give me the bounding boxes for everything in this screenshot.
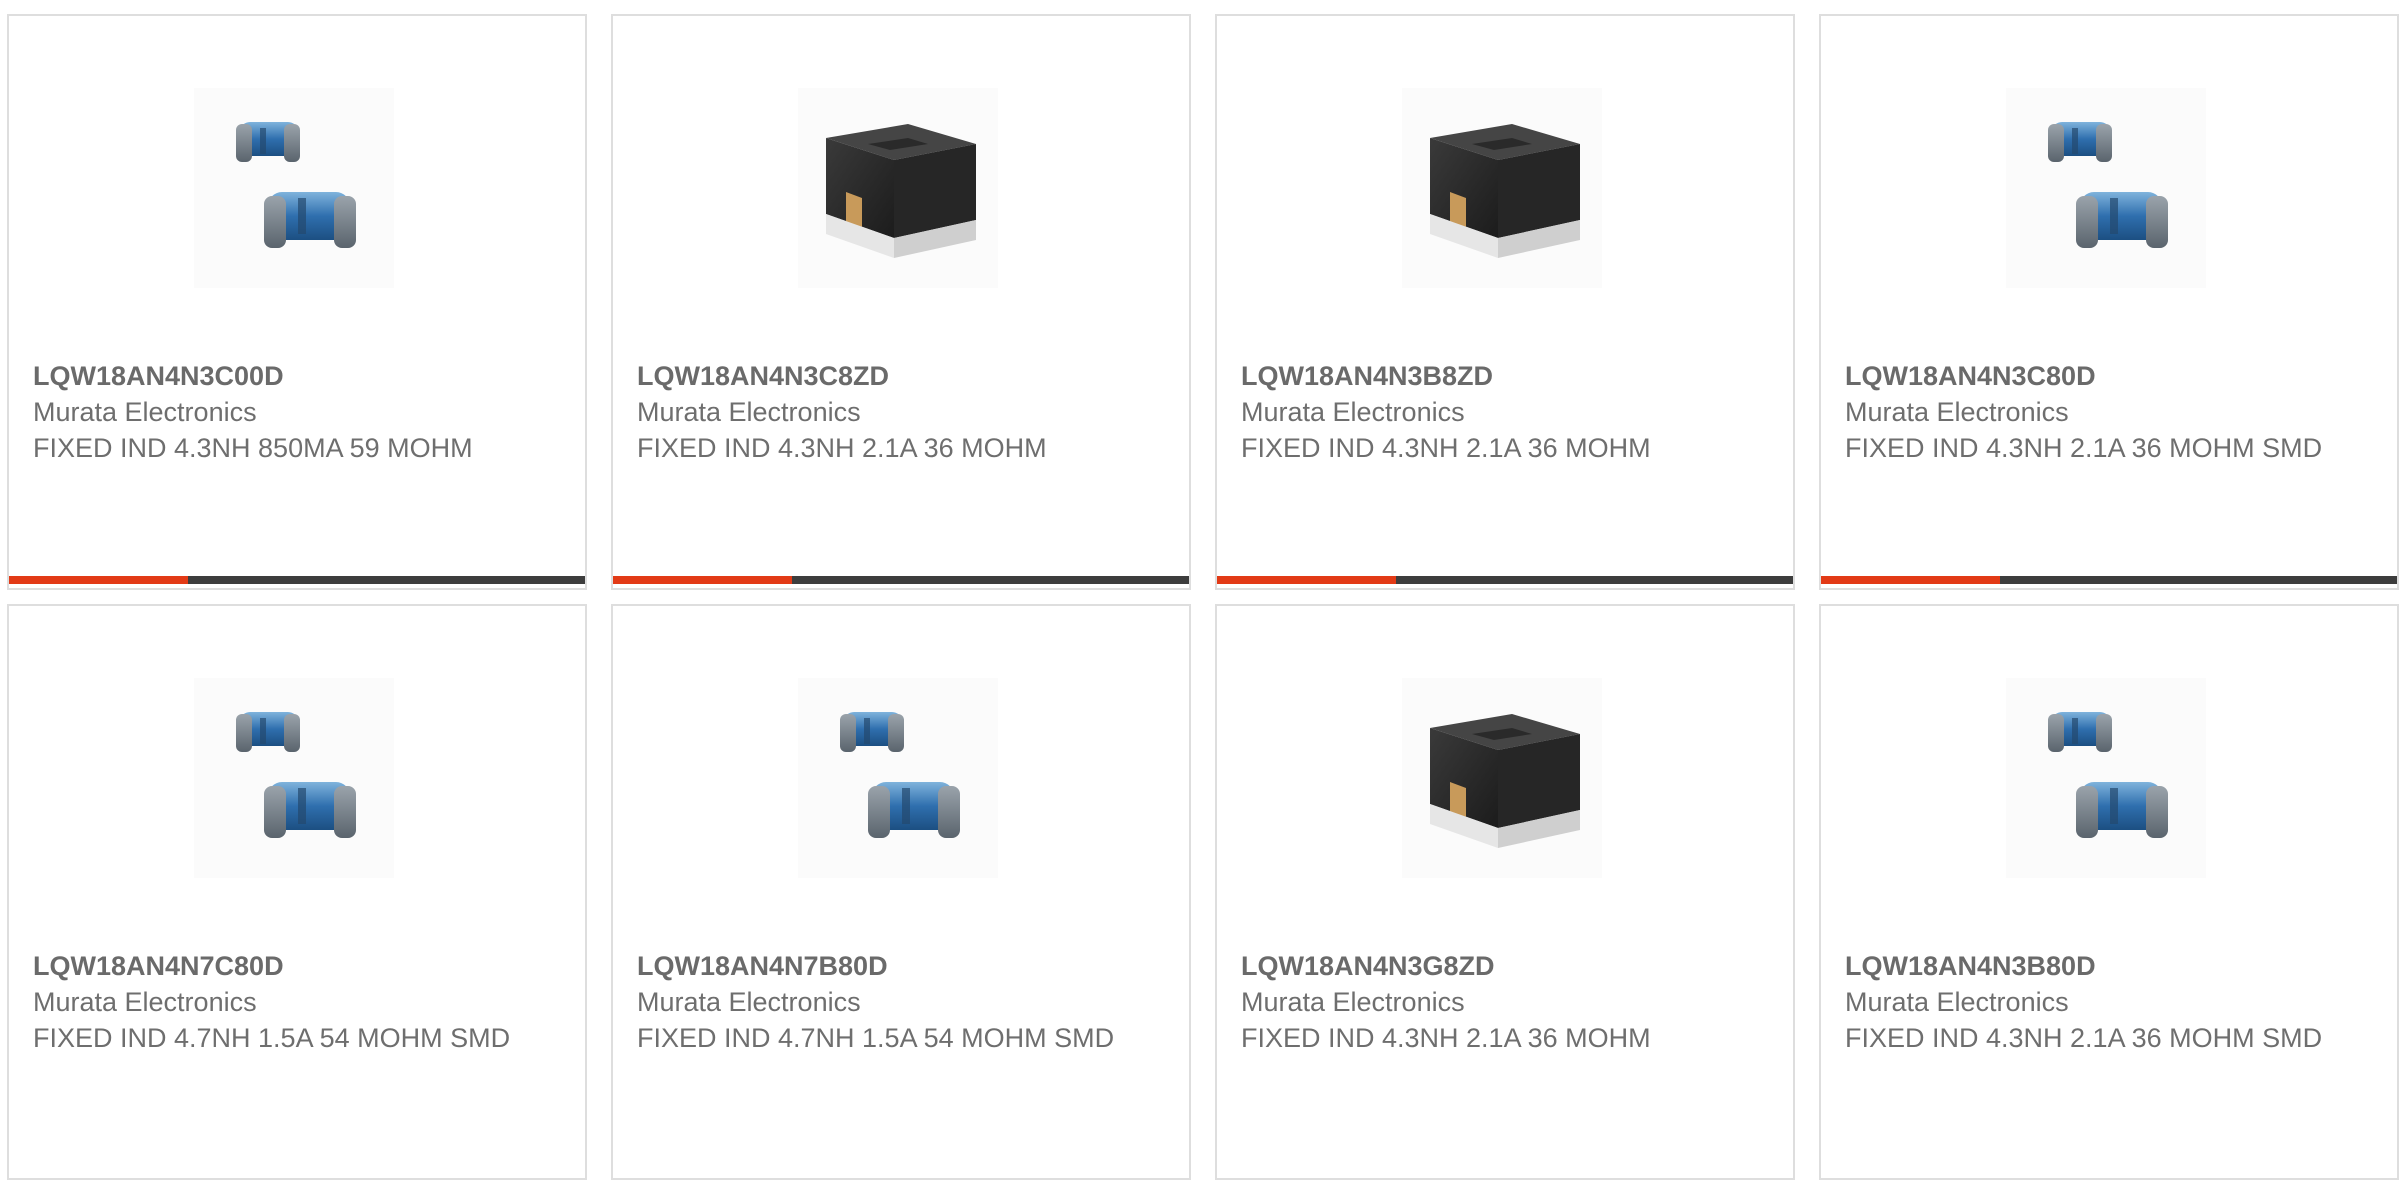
manufacturer: Murata Electronics <box>637 987 861 1017</box>
product-card[interactable]: LQW18AN4N3C8ZD Murata Electronics FIXED … <box>611 14 1191 590</box>
progress-bar <box>1821 576 2397 584</box>
blue-wirewound-inductor-icon <box>236 122 356 248</box>
description: FIXED IND 4.3NH 2.1A 36 MOHM SMD <box>1845 1023 2323 1053</box>
product-image[interactable] <box>1402 88 1602 288</box>
product-image[interactable] <box>2006 678 2206 878</box>
blue-wirewound-inductor-icon <box>2048 712 2168 838</box>
description: FIXED IND 4.7NH 1.5A 54 MOHM SMD <box>637 1023 1115 1053</box>
description: FIXED IND 4.7NH 1.5A 54 MOHM SMD <box>33 1023 511 1053</box>
part-number[interactable]: LQW18AN4N3B8ZD <box>1241 358 1773 394</box>
manufacturer: Murata Electronics <box>637 397 861 427</box>
black-chip-inductor-icon <box>826 124 976 258</box>
product-card[interactable]: LQW18AN4N3C00D Murata Electronics FIXED … <box>7 14 587 590</box>
product-image[interactable] <box>194 678 394 878</box>
progress-bar <box>9 576 585 584</box>
manufacturer: Murata Electronics <box>33 987 257 1017</box>
part-number[interactable]: LQW18AN4N7C80D <box>33 948 565 984</box>
manufacturer: Murata Electronics <box>1845 397 2069 427</box>
part-number[interactable]: LQW18AN4N3B80D <box>1845 948 2377 984</box>
manufacturer: Murata Electronics <box>1241 987 1465 1017</box>
product-card[interactable]: LQW18AN4N3B8ZD Murata Electronics FIXED … <box>1215 14 1795 590</box>
progress-fill <box>613 576 792 584</box>
black-chip-inductor-icon <box>1430 124 1580 258</box>
description: FIXED IND 4.3NH 2.1A 36 MOHM <box>637 433 1047 463</box>
product-image[interactable] <box>798 678 998 878</box>
progress-fill <box>1821 576 2000 584</box>
progress-fill <box>1217 576 1396 584</box>
description: FIXED IND 4.3NH 2.1A 36 MOHM <box>1241 433 1651 463</box>
product-card[interactable]: LQW18AN4N3G8ZD Murata Electronics FIXED … <box>1215 604 1795 1180</box>
part-number[interactable]: LQW18AN4N3C80D <box>1845 358 2377 394</box>
description: FIXED IND 4.3NH 2.1A 36 MOHM SMD <box>1845 433 2323 463</box>
product-image[interactable] <box>194 88 394 288</box>
progress-fill <box>9 576 188 584</box>
product-image[interactable] <box>798 88 998 288</box>
product-grid: LQW18AN4N3C00D Murata Electronics FIXED … <box>7 14 2399 1180</box>
part-number[interactable]: LQW18AN4N3G8ZD <box>1241 948 1773 984</box>
progress-bar <box>1217 576 1793 584</box>
manufacturer: Murata Electronics <box>1241 397 1465 427</box>
part-number[interactable]: LQW18AN4N3C8ZD <box>637 358 1169 394</box>
product-card[interactable]: LQW18AN4N3B80D Murata Electronics FIXED … <box>1819 604 2399 1180</box>
product-image[interactable] <box>2006 88 2206 288</box>
part-number[interactable]: LQW18AN4N3C00D <box>33 358 565 394</box>
blue-wirewound-inductor-icon <box>236 712 356 838</box>
part-number[interactable]: LQW18AN4N7B80D <box>637 948 1169 984</box>
product-card[interactable]: LQW18AN4N3C80D Murata Electronics FIXED … <box>1819 14 2399 590</box>
progress-bar <box>613 576 1189 584</box>
manufacturer: Murata Electronics <box>33 397 257 427</box>
description: FIXED IND 4.3NH 850MA 59 MOHM <box>33 433 473 463</box>
black-chip-inductor-icon <box>1430 714 1580 848</box>
blue-wirewound-inductor-icon <box>840 712 960 838</box>
description: FIXED IND 4.3NH 2.1A 36 MOHM <box>1241 1023 1651 1053</box>
product-card[interactable]: LQW18AN4N7B80D Murata Electronics FIXED … <box>611 604 1191 1180</box>
product-card[interactable]: LQW18AN4N7C80D Murata Electronics FIXED … <box>7 604 587 1180</box>
blue-wirewound-inductor-icon <box>2048 122 2168 248</box>
product-image[interactable] <box>1402 678 1602 878</box>
manufacturer: Murata Electronics <box>1845 987 2069 1017</box>
